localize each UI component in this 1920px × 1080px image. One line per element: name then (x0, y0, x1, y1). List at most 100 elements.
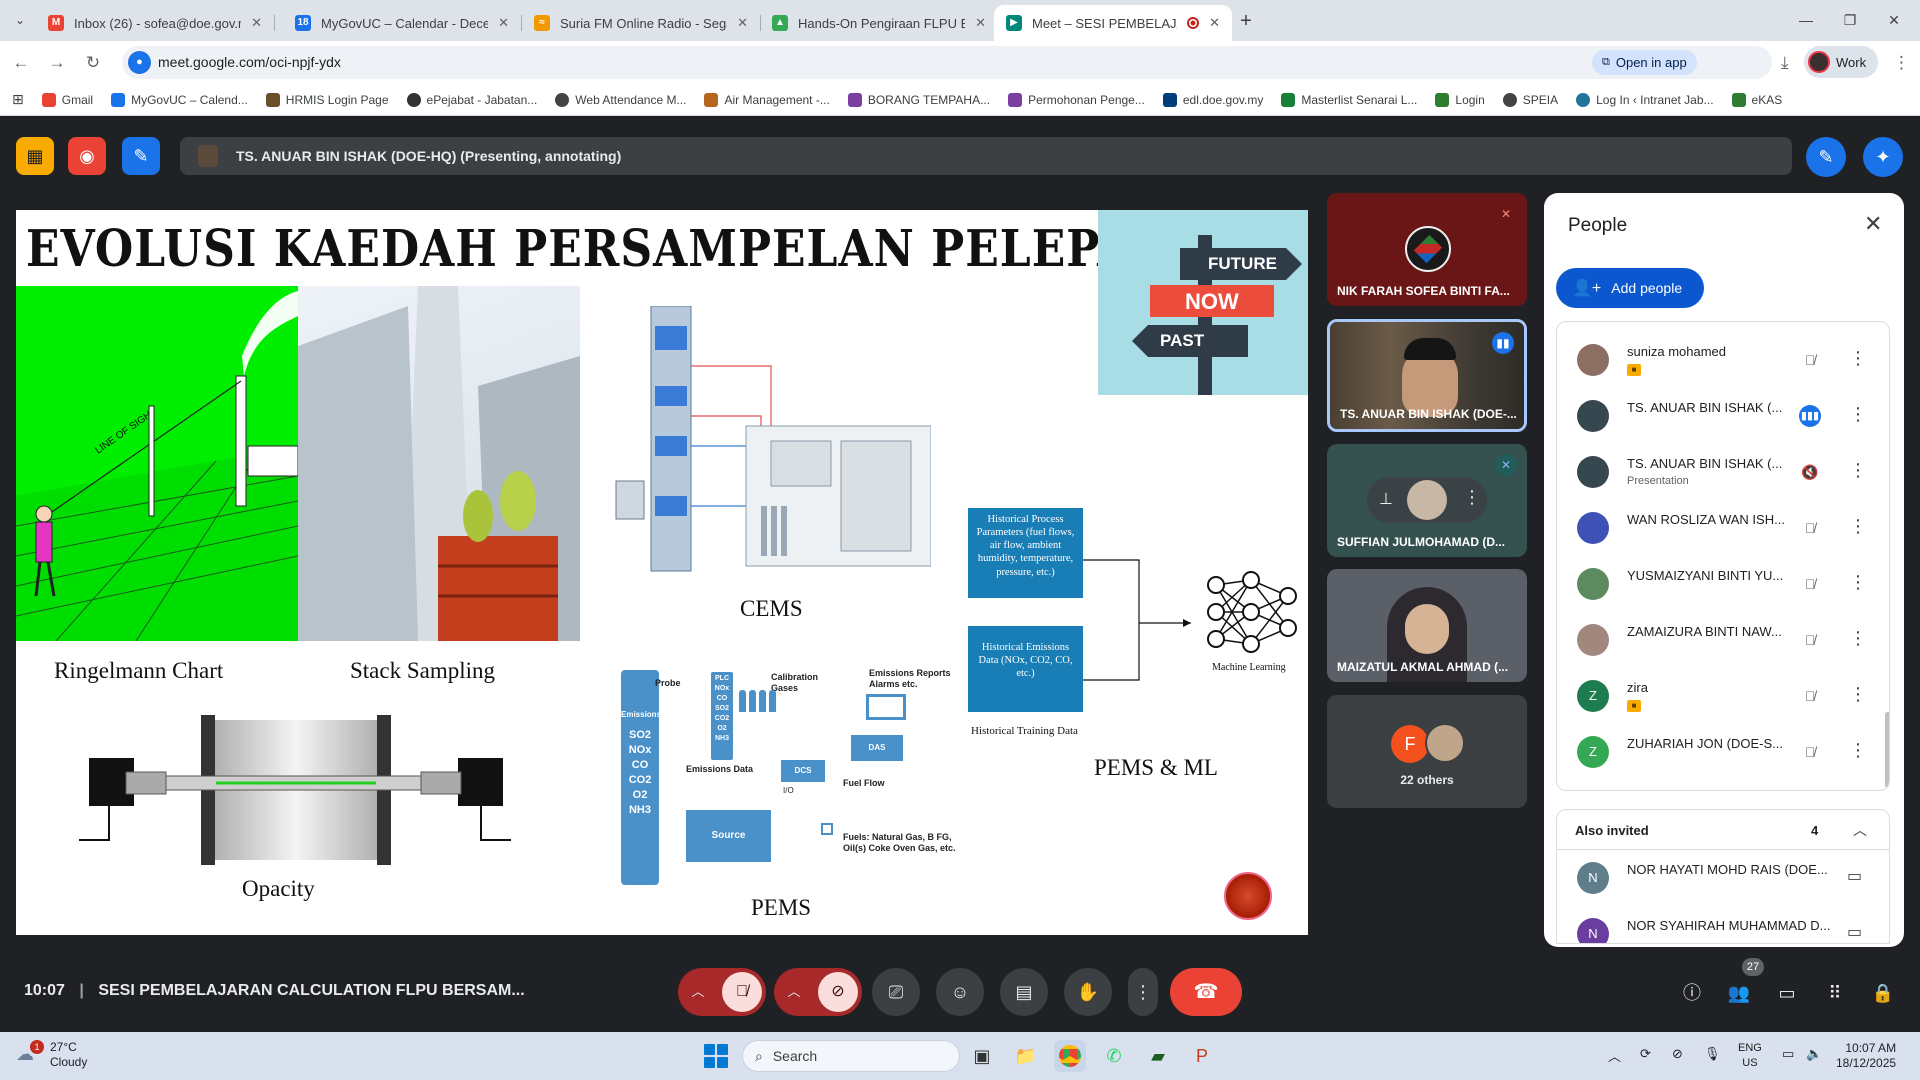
bookmark-web-attendance[interactable]: Web Attendance M... (555, 92, 686, 107)
close-icon[interactable]: ✕ (737, 15, 748, 31)
tray-overflow-chevron-icon[interactable]: ︿ (1608, 1046, 1621, 1065)
captions-icon[interactable]: ▤ (1000, 968, 1048, 1016)
participant-tile-speaking[interactable]: ▮▮ TS. ANUAR BIN ISHAK (DOE-... (1327, 319, 1527, 432)
sticky-notes-icon[interactable]: ▰ (1142, 1040, 1174, 1072)
stop-presenting-icon[interactable]: ▦ (16, 137, 54, 175)
open-in-app-button[interactable]: ⧉ Open in app (1592, 50, 1697, 75)
network-off-icon[interactable]: ⊘ (1672, 1046, 1683, 1062)
participant-tile[interactable]: MAIZATUL AKMAL AHMAD (... (1327, 569, 1527, 682)
url-text[interactable]: meet.google.com/oci-npjf-ydx (158, 54, 341, 70)
minimize-icon[interactable]: — (1786, 6, 1826, 34)
participant-tile[interactable]: ✕ NIK FARAH SOFEA BINTI FA... (1327, 193, 1527, 306)
bookmark-borang[interactable]: BORANG TEMPAHA... (847, 92, 990, 107)
participant-row[interactable]: ZAMAIZURA BINTI NAW... 🎙̸ ⋮ (1557, 612, 1889, 668)
tab-search-chevron-icon[interactable]: ⌄ (10, 10, 30, 30)
more-options-icon[interactable]: ⋮ (1463, 487, 1481, 508)
invited-row[interactable]: N NOR HAYATI MOHD RAIS (DOE... ▭ (1557, 850, 1889, 906)
close-icon[interactable]: ✕ (975, 15, 986, 31)
add-people-button[interactable]: 👤+ Add people (1556, 268, 1705, 308)
window-close-icon[interactable]: ✕ (1874, 6, 1914, 34)
reload-icon[interactable]: ↻ (80, 50, 106, 76)
tab-radio[interactable]: ≈ Suria FM Online Radio - Segala ✕ (522, 5, 761, 41)
close-icon[interactable]: ✕ (498, 15, 509, 31)
participant-row[interactable]: TS. ANUAR BIN ISHAK (... ▮▮▮ ⋮ (1557, 388, 1889, 444)
chat-icon[interactable]: ▭ (1774, 980, 1800, 1006)
address-bar[interactable]: ● meet.google.com/oci-npjf-ydx ⧉ Open in… (122, 46, 1852, 79)
participant-row[interactable]: suniza mohamed ■ 🎙̸ ⋮ (1557, 332, 1889, 388)
bookmark-calendar[interactable]: MyGovUC – Calend... (111, 92, 248, 107)
participant-row[interactable]: TS. ANUAR BIN ISHAK (... Presentation 🔇 … (1557, 444, 1889, 500)
bookmark-air-management[interactable]: Air Management -... (704, 92, 830, 107)
microphone-site-icon[interactable]: ● (128, 51, 151, 74)
more-options-icon[interactable]: ⋮ (1849, 460, 1867, 481)
notes-icon[interactable]: ✎ (122, 137, 160, 175)
meeting-details-icon[interactable]: ⓘ (1679, 980, 1705, 1006)
invited-row[interactable]: N NOR SYAHIRAH MUHAMMAD D... ▭ (1557, 906, 1889, 943)
task-view-icon[interactable]: ▣ (966, 1040, 998, 1072)
profile-button[interactable]: Work (1804, 46, 1879, 78)
camera-control[interactable]: ︿ ⊘ (774, 968, 862, 1016)
tab-gmail[interactable]: M Inbox (26) - sofea@doe.gov.my ✕ (36, 5, 275, 41)
participant-row[interactable]: YUSMAIZYANI BINTI YU... 🎙̸ ⋮ (1557, 556, 1889, 612)
emoji-reaction-icon[interactable]: ☺ (936, 968, 984, 1016)
chevron-up-icon[interactable]: ︿ (774, 968, 814, 1016)
people-icon[interactable]: 👥 (1726, 980, 1752, 1006)
more-options-icon[interactable]: ⋮ (1849, 684, 1867, 705)
bookmark-ekas[interactable]: eKAS (1731, 92, 1782, 107)
powerpoint-icon[interactable]: P (1186, 1040, 1218, 1072)
bookmark-edl[interactable]: edl.doe.gov.my (1162, 92, 1263, 107)
host-controls-lock-icon[interactable]: 🔒 (1870, 980, 1896, 1006)
microphone-tray-icon[interactable]: 🎙 (1704, 1046, 1721, 1062)
participant-list-scrollbar[interactable] (1885, 712, 1889, 788)
language-indicator[interactable]: ENG US (1738, 1041, 1762, 1071)
participant-tile[interactable]: ✕ ⊥ ⋮ SUFFIAN JULMOHAMAD (D... (1327, 444, 1527, 557)
system-clock[interactable]: 10:07 AM 18/12/2025 (1836, 1041, 1896, 1071)
close-panel-icon[interactable]: ✕ (1864, 211, 1882, 237)
windows-start-icon[interactable] (704, 1044, 728, 1068)
more-options-icon[interactable]: ⋮ (1849, 572, 1867, 593)
more-options-icon[interactable]: ⋮ (1849, 628, 1867, 649)
tab-drive[interactable]: ▲ Hands-On Pengiraan FLPU Bers ✕ (760, 5, 998, 41)
also-invited-header[interactable]: Also invited 4 ︿ (1557, 810, 1889, 850)
volume-icon[interactable]: 🔈 (1806, 1046, 1822, 1062)
restore-icon[interactable]: ❐ (1830, 6, 1870, 34)
more-options-icon[interactable]: ⋮ (1849, 404, 1867, 425)
bookmark-masterlist[interactable]: Masterlist Senarai L... (1281, 92, 1417, 107)
apps-grid-icon[interactable]: ⊞ (12, 91, 24, 108)
close-icon[interactable]: ✕ (1209, 15, 1220, 31)
file-explorer-icon[interactable]: 📁 (1010, 1040, 1042, 1072)
weather-widget[interactable]: ☁ 1 27°C Cloudy (16, 1040, 87, 1070)
bookmark-speia[interactable]: SPEIA (1502, 92, 1558, 107)
chrome-icon[interactable] (1054, 1040, 1086, 1072)
tab-calendar[interactable]: 18 MyGovUC – Calendar - Decemb ✕ (283, 5, 522, 41)
leave-call-icon[interactable]: ☎ (1170, 968, 1242, 1016)
pin-icon[interactable]: ⊥ (1379, 489, 1393, 509)
chat-icon[interactable]: ▭ (1847, 866, 1862, 886)
annotate-pen-icon[interactable]: ✎ (1806, 137, 1846, 177)
tab-meet[interactable]: ▶ Meet – SESI PEMBELAJARA ✕ (994, 5, 1232, 41)
mic-off-icon[interactable]: 🎙̸ (722, 972, 762, 1012)
raise-hand-icon[interactable]: ✋ (1064, 968, 1112, 1016)
new-tab-button[interactable]: + (1233, 8, 1259, 34)
participant-row[interactable]: Z zira ■ 🎙̸ ⋮ (1557, 668, 1889, 724)
camera-off-icon[interactable]: ⊘ (818, 972, 858, 1012)
gemini-sparkle-icon[interactable]: ✦ (1863, 137, 1903, 177)
bookmark-permohonan[interactable]: Permohonan Penge... (1008, 92, 1145, 107)
present-screen-icon[interactable]: ⎚ (872, 968, 920, 1016)
bookmark-intranet[interactable]: Log In ‹ Intranet Jab... (1576, 92, 1714, 107)
more-options-icon[interactable]: ⋮ (1849, 740, 1867, 761)
back-icon[interactable]: ← (8, 50, 34, 76)
chevron-up-icon[interactable]: ︿ (1853, 820, 1867, 840)
sync-icon[interactable]: ⟳ (1640, 1046, 1651, 1062)
more-options-icon[interactable]: ⋮ (1849, 516, 1867, 537)
chat-icon[interactable]: ▭ (1847, 922, 1862, 942)
more-options-icon[interactable]: ⋮ (1849, 348, 1867, 369)
download-icon[interactable]: ⤓ (1781, 53, 1789, 73)
browser-menu-icon[interactable]: ⋮ (1893, 53, 1910, 73)
bookmark-hrmis[interactable]: HRMIS Login Page (265, 92, 389, 107)
others-tile[interactable]: F 22 others (1327, 695, 1527, 808)
forward-icon[interactable]: → (44, 50, 70, 76)
more-options-icon[interactable]: ⋮ (1128, 968, 1158, 1016)
bookmark-gmail[interactable]: Gmail (41, 92, 93, 107)
chevron-up-icon[interactable]: ︿ (678, 968, 718, 1016)
